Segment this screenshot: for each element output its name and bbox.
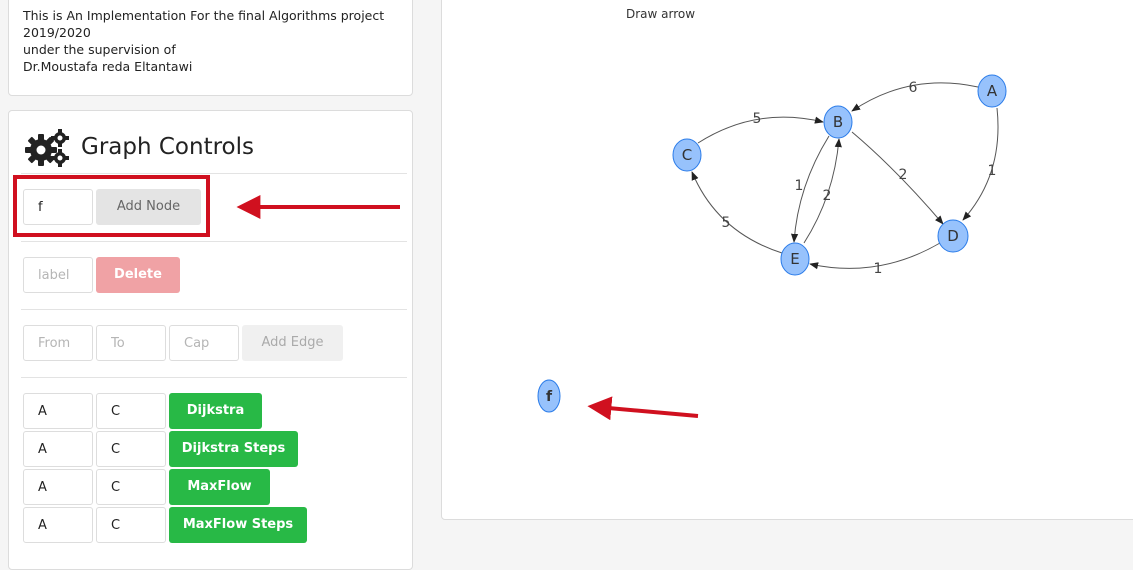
annotation-arrow (587, 396, 699, 421)
edge-weight-label: 2 (823, 188, 832, 204)
node-label: f (546, 389, 553, 405)
edge-weight-label: 6 (909, 80, 918, 96)
edge-weight-label: 5 (753, 111, 762, 127)
edge-e-b[interactable] (803, 138, 842, 244)
node-label: B (833, 113, 843, 131)
edge-weight-label: 1 (795, 178, 804, 194)
node-label: D (947, 227, 959, 245)
edge-e-c[interactable] (691, 171, 783, 254)
edge-weight-label: 5 (722, 215, 731, 231)
edge-b-d[interactable] (851, 131, 944, 225)
graph-network[interactable]: 6 5 2 1 1 2 5 1 A B C D E f (0, 0, 1133, 555)
node-label: C (682, 146, 692, 164)
edge-weight-label: 2 (899, 167, 908, 183)
edge-weight-label: 1 (988, 163, 997, 179)
node-label: A (987, 82, 998, 100)
edge-weight-label: 1 (874, 261, 883, 277)
node-label: E (790, 250, 799, 268)
